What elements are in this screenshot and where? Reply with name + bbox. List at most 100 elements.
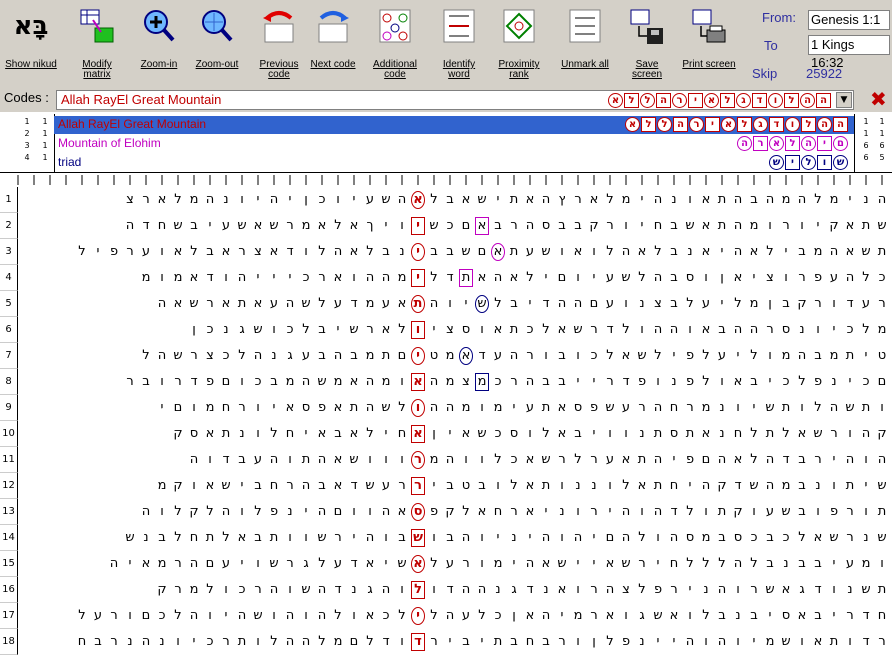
- matrix-letter[interactable]: ה: [730, 187, 746, 213]
- matrix-letter[interactable]: מ: [330, 629, 346, 655]
- matrix-letter[interactable]: א: [666, 603, 682, 629]
- matrix-letter[interactable]: ם: [218, 369, 234, 395]
- matrix-letter[interactable]: נ: [778, 551, 794, 577]
- matrix-letter[interactable]: א: [458, 187, 474, 213]
- matrix-letter[interactable]: ר: [410, 473, 426, 499]
- matrix-letter[interactable]: נ: [138, 525, 154, 551]
- matrix-letter[interactable]: ע: [378, 291, 394, 317]
- matrix-letter[interactable]: ס: [778, 603, 794, 629]
- matrix-letter[interactable]: א: [490, 317, 506, 343]
- matrix-letter[interactable]: פ: [266, 499, 282, 525]
- matrix-letter[interactable]: ת: [634, 447, 650, 473]
- matrix-letter[interactable]: ת: [874, 577, 890, 603]
- matrix-letter[interactable]: י: [634, 187, 650, 213]
- matrix-letter[interactable]: א: [618, 447, 634, 473]
- matrix-letter[interactable]: ש: [122, 525, 138, 551]
- matrix-letter[interactable]: ה: [650, 187, 666, 213]
- matrix-letter[interactable]: ו: [378, 447, 394, 473]
- matrix-letter[interactable]: ד: [858, 603, 874, 629]
- matrix-letter[interactable]: ם: [394, 343, 410, 369]
- matrix-letter[interactable]: י: [666, 343, 682, 369]
- matrix-letter[interactable]: ת: [202, 525, 218, 551]
- matrix-letter[interactable]: ה: [362, 395, 378, 421]
- matrix-letter[interactable]: ל: [634, 577, 650, 603]
- matrix-letter[interactable]: ה: [826, 395, 842, 421]
- matrix-letter[interactable]: י: [586, 421, 602, 447]
- matrix-letter[interactable]: ו: [266, 603, 282, 629]
- matrix-letter[interactable]: ה: [154, 291, 170, 317]
- matrix-letter[interactable]: צ: [762, 265, 778, 291]
- matrix-letter[interactable]: ו: [698, 629, 714, 655]
- matrix-letter[interactable]: ש: [618, 265, 634, 291]
- matrix-letter[interactable]: י: [410, 603, 426, 629]
- matrix-letter[interactable]: ר: [586, 499, 602, 525]
- matrix-letter[interactable]: ו: [394, 577, 410, 603]
- matrix-letter[interactable]: ו: [474, 395, 490, 421]
- matrix-letter[interactable]: ו: [618, 421, 634, 447]
- matrix-letter[interactable]: א: [138, 551, 154, 577]
- matrix-letter[interactable]: נ: [506, 525, 522, 551]
- matrix-letter[interactable]: צ: [442, 317, 458, 343]
- matrix-letter[interactable]: י: [746, 629, 762, 655]
- matrix-letter[interactable]: פ: [650, 577, 666, 603]
- matrix-letter[interactable]: נ: [586, 473, 602, 499]
- matrix-letter[interactable]: ה: [426, 291, 442, 317]
- matrix-letter[interactable]: י: [810, 213, 826, 239]
- matrix-letter[interactable]: ע: [90, 603, 106, 629]
- matrix-letter[interactable]: א: [314, 421, 330, 447]
- matrix-letter[interactable]: נ: [634, 629, 650, 655]
- matrix-letter[interactable]: ה: [202, 187, 218, 213]
- matrix-letter[interactable]: א: [474, 265, 490, 291]
- matrix-letter[interactable]: י: [826, 551, 842, 577]
- matrix-letter[interactable]: כ: [586, 343, 602, 369]
- matrix-letter[interactable]: מ: [154, 473, 170, 499]
- matrix-letter[interactable]: ב: [794, 239, 810, 265]
- matrix-letter[interactable]: מ: [570, 603, 586, 629]
- matrix-letter[interactable]: ד: [378, 629, 394, 655]
- matrix-letter[interactable]: מ: [362, 343, 378, 369]
- matrix-letter[interactable]: ת: [266, 525, 282, 551]
- matrix-letter[interactable]: ה: [266, 187, 282, 213]
- matrix-letter[interactable]: א: [586, 187, 602, 213]
- matrix-letter[interactable]: ד: [218, 447, 234, 473]
- matrix-letter[interactable]: ב: [714, 603, 730, 629]
- matrix-letter[interactable]: ה: [554, 291, 570, 317]
- matrix-letter[interactable]: ב: [314, 317, 330, 343]
- matrix-letter[interactable]: ש: [538, 239, 554, 265]
- matrix-letter[interactable]: א: [330, 395, 346, 421]
- matrix-letter[interactable]: ו: [650, 525, 666, 551]
- matrix-letter[interactable]: א: [314, 213, 330, 239]
- matrix-letter[interactable]: ט: [458, 473, 474, 499]
- matrix-letter[interactable]: ס: [410, 499, 426, 525]
- matrix-letter[interactable]: ה: [474, 577, 490, 603]
- matrix-letter[interactable]: א: [618, 343, 634, 369]
- matrix-letter[interactable]: ו: [474, 447, 490, 473]
- matrix-letter[interactable]: ה: [874, 447, 890, 473]
- matrix-letter[interactable]: ר: [826, 421, 842, 447]
- matrix-letter[interactable]: א: [282, 395, 298, 421]
- matrix-letter[interactable]: ם: [698, 447, 714, 473]
- matrix-letter[interactable]: ע: [522, 395, 538, 421]
- matrix-letter[interactable]: י: [522, 291, 538, 317]
- matrix-letter[interactable]: מ: [490, 551, 506, 577]
- matrix-letter[interactable]: ה: [298, 629, 314, 655]
- matrix-letter[interactable]: ע: [266, 291, 282, 317]
- matrix-letter[interactable]: י: [538, 499, 554, 525]
- matrix-letter[interactable]: ד: [666, 499, 682, 525]
- matrix-letter[interactable]: א: [842, 213, 858, 239]
- matrix-letter[interactable]: מ: [458, 395, 474, 421]
- matrix-letter[interactable]: ו: [570, 629, 586, 655]
- proximity-rank-button[interactable]: Proximity rank: [492, 2, 546, 86]
- matrix-letter[interactable]: ש: [858, 239, 874, 265]
- matrix-letter[interactable]: ל: [746, 551, 762, 577]
- matrix-letter[interactable]: ע: [218, 551, 234, 577]
- matrix-letter[interactable]: ל: [634, 265, 650, 291]
- matrix-letter[interactable]: ל: [186, 239, 202, 265]
- matrix-letter[interactable]: י: [122, 551, 138, 577]
- matrix-letter[interactable]: א: [410, 551, 426, 577]
- matrix-letter[interactable]: ח: [730, 421, 746, 447]
- matrix-letter[interactable]: ל: [250, 499, 266, 525]
- matrix-letter[interactable]: י: [266, 395, 282, 421]
- matrix-letter[interactable]: ק: [186, 499, 202, 525]
- matrix-letter[interactable]: ה: [522, 551, 538, 577]
